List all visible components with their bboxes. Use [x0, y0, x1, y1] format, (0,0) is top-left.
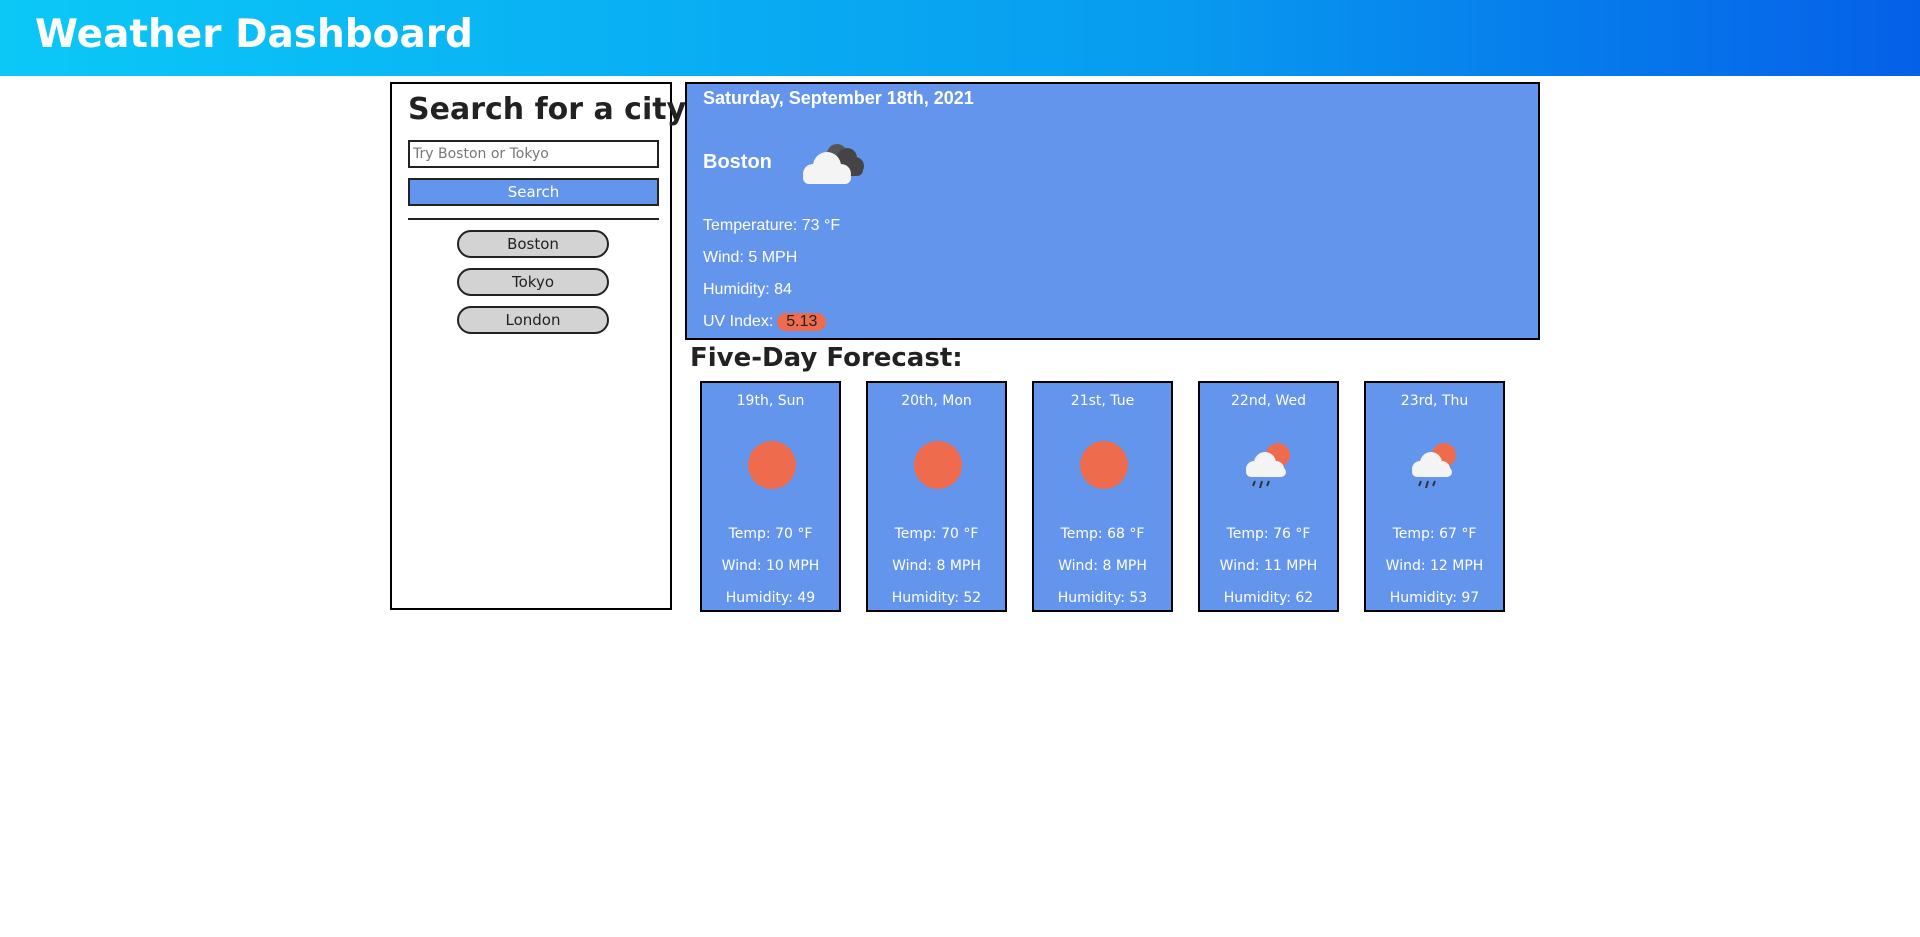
- forecast-date: 19th, Sun: [736, 393, 805, 409]
- forecast-temp: Temp: 67 °F: [1392, 526, 1477, 542]
- current-humidity: Humidity: 84: [703, 281, 792, 298]
- uv-index-label: UV Index:: [703, 313, 774, 330]
- history-button-london[interactable]: London: [457, 306, 609, 334]
- app-title: Weather Dashboard: [35, 12, 473, 57]
- forecast-date: 21st, Tue: [1070, 393, 1135, 409]
- sun-icon: [1080, 441, 1128, 489]
- forecast-card: 20th, Mon Temp: 70 °F Wind: 8 MPH Humidi…: [866, 381, 1007, 612]
- forecast-card: 19th, Sun Temp: 70 °F Wind: 10 MPH Humid…: [700, 381, 841, 612]
- forecast-wind: Wind: 10 MPH: [721, 558, 820, 574]
- forecast-card: 21st, Tue Temp: 68 °F Wind: 8 MPH Humidi…: [1032, 381, 1173, 612]
- forecast-title: Five-Day Forecast:: [690, 343, 963, 373]
- forecast-wind: Wind: 8 MPH: [892, 558, 981, 574]
- forecast-humidity: Humidity: 53: [1057, 590, 1148, 606]
- sun-icon: [914, 441, 962, 489]
- current-weather-panel: Saturday, September 18th, 2021 Boston Te…: [685, 82, 1540, 340]
- app-header: Weather Dashboard: [0, 0, 1920, 76]
- city-search-input[interactable]: [408, 140, 659, 168]
- history-button-tokyo[interactable]: Tokyo: [457, 268, 609, 296]
- forecast-humidity: Humidity: 97: [1389, 590, 1480, 606]
- current-wind: Wind: 5 MPH: [703, 249, 798, 266]
- sun-icon: [748, 441, 796, 489]
- current-date: Saturday, September 18th, 2021: [703, 88, 974, 108]
- rain-sun-icon: [1246, 443, 1290, 489]
- forecast-date: 20th, Mon: [901, 393, 972, 409]
- forecast-humidity: Humidity: 49: [725, 590, 816, 606]
- rain-sun-icon: [1412, 443, 1456, 489]
- forecast-humidity: Humidity: 62: [1223, 590, 1314, 606]
- current-uv-index: UV Index: 5.13: [703, 312, 827, 332]
- search-panel: Search for a city: Search Boston Tokyo L…: [390, 82, 698, 610]
- search-button[interactable]: Search: [408, 178, 659, 206]
- uv-index-badge: 5.13: [777, 313, 827, 331]
- forecast-humidity: Humidity: 52: [891, 590, 982, 606]
- history-button-boston[interactable]: Boston: [457, 230, 609, 258]
- forecast-card: 22nd, Wed Temp: 76 °F Wind: 11 MPH Humid…: [1198, 381, 1339, 612]
- search-title: Search for a city:: [408, 92, 699, 127]
- forecast-wind: Wind: 8 MPH: [1058, 558, 1147, 574]
- forecast-temp: Temp: 76 °F: [1226, 526, 1311, 542]
- forecast-date: 23rd, Thu: [1400, 393, 1469, 409]
- cloudy-icon: [803, 144, 864, 184]
- forecast-date: 22nd, Wed: [1231, 393, 1306, 409]
- forecast-temp: Temp: 68 °F: [1060, 526, 1145, 542]
- forecast-wind: Wind: 11 MPH: [1219, 558, 1318, 574]
- current-city-name: Boston: [703, 151, 772, 173]
- forecast-card: 23rd, Thu Temp: 67 °F Wind: 12 MPH Humid…: [1364, 381, 1505, 612]
- forecast-wind: Wind: 12 MPH: [1385, 558, 1484, 574]
- forecast-temp: Temp: 70 °F: [894, 526, 979, 542]
- divider: [408, 218, 659, 220]
- forecast-temp: Temp: 70 °F: [728, 526, 813, 542]
- current-temperature: Temperature: 73 °F: [703, 217, 841, 234]
